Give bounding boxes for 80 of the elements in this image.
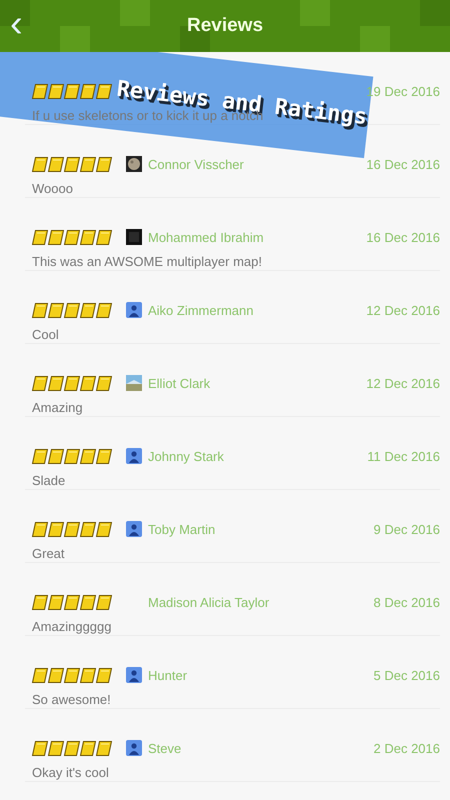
- review-date: 8 Dec 2016: [374, 594, 440, 610]
- ingot-icon: [32, 740, 48, 756]
- reviewer-name: Aiko Zimmermann: [148, 302, 254, 318]
- ingot-icon: [48, 740, 64, 756]
- reviewer-name: Johnny Stark: [148, 448, 224, 464]
- review-date: 16 Dec 2016: [366, 156, 440, 172]
- review-comment: Slade: [32, 473, 66, 488]
- ingot-icon: [48, 522, 64, 536]
- ingot-icon: [80, 740, 96, 756]
- reviewer-name: Toby Martin: [148, 522, 216, 536]
- review-date: 12 Dec 2016: [366, 302, 440, 318]
- ingot-icon: [32, 230, 48, 244]
- ingot-icon: [64, 156, 80, 172]
- reviewer-name: Elliot Clark: [148, 376, 210, 390]
- ingot-icon: [80, 302, 96, 318]
- reviewer-name: Hunter: [148, 668, 188, 682]
- ingot-icon: [32, 156, 48, 172]
- ingot-icon: [96, 230, 112, 244]
- person-icon: [126, 521, 142, 537]
- review-comment: Woooo: [32, 181, 73, 196]
- person-icon: [126, 302, 142, 318]
- person-icon: [126, 448, 142, 464]
- screen-title: Reviews: [186, 15, 264, 37]
- review-comment: Amazing: [32, 400, 83, 415]
- ingot-icon: [96, 302, 112, 318]
- review-date: 5 Dec 2016: [374, 668, 440, 682]
- ingot-icon: [64, 740, 80, 756]
- ingot-icon: [48, 448, 64, 464]
- ingot-icon: [96, 448, 112, 464]
- ingot-icon: [32, 668, 48, 682]
- avatar-icon: [126, 229, 142, 245]
- ingot-icon: [96, 522, 112, 536]
- person-icon: [126, 740, 142, 756]
- ingot-icon: [80, 522, 96, 536]
- ingot-icon: [32, 376, 48, 390]
- ingot-icon: [64, 594, 80, 610]
- review-date: 2 Dec 2016: [374, 740, 440, 756]
- ingot-icon: [96, 668, 112, 682]
- ingot-icon: [64, 302, 80, 318]
- ingot-icon: [32, 522, 48, 536]
- reviewer-name: Connor Visscher: [148, 156, 244, 172]
- ingot-icon: [96, 740, 112, 756]
- review-comment: So awesome!: [32, 692, 111, 707]
- ingot-icon: [80, 156, 96, 172]
- ingot-icon: [32, 302, 48, 318]
- reviewer-name: Mohammed Ibrahim: [148, 230, 264, 244]
- review-comment: Amazinggggg: [32, 619, 112, 634]
- review-comment: Okay it's cool: [32, 765, 109, 780]
- ingot-icon: [64, 522, 80, 536]
- reviewer-name: Steve: [148, 740, 182, 756]
- review-date: 12 Dec 2016: [366, 376, 440, 390]
- ingot-icon: [64, 376, 80, 390]
- ingot-icon: [32, 594, 48, 610]
- review-comment: Great: [32, 546, 65, 561]
- ingot-icon: [48, 376, 64, 390]
- review-date: 11 Dec 2016: [367, 448, 440, 464]
- ingot-icon: [80, 668, 96, 682]
- review-comment: This was an AWSOME multiplayer map!: [32, 254, 262, 269]
- review-date: 16 Dec 2016: [366, 230, 440, 244]
- ingot-icon: [96, 594, 112, 610]
- ingot-icon: [80, 230, 96, 244]
- ingot-icon: [48, 156, 64, 172]
- person-icon: [126, 667, 142, 683]
- ingot-icon: [48, 668, 64, 682]
- ingot-icon: [96, 376, 112, 390]
- ingot-icon: [48, 230, 64, 244]
- ingot-icon: [48, 594, 64, 610]
- review-comment: Cool: [32, 327, 59, 342]
- ingot-icon: [32, 448, 48, 464]
- back-icon[interactable]: ‹: [10, 8, 23, 40]
- ingot-icon: [64, 230, 80, 244]
- ingot-icon: [96, 156, 112, 172]
- ingot-icon: [64, 448, 80, 464]
- ingot-icon: [80, 448, 96, 464]
- ingot-icon: [80, 376, 96, 390]
- ingot-icon: [48, 302, 64, 318]
- ingot-icon: [80, 594, 96, 610]
- review-date: 9 Dec 2016: [374, 522, 440, 536]
- ingot-icon: [64, 668, 80, 682]
- reviewer-name: Madison Alicia Taylor: [148, 594, 270, 610]
